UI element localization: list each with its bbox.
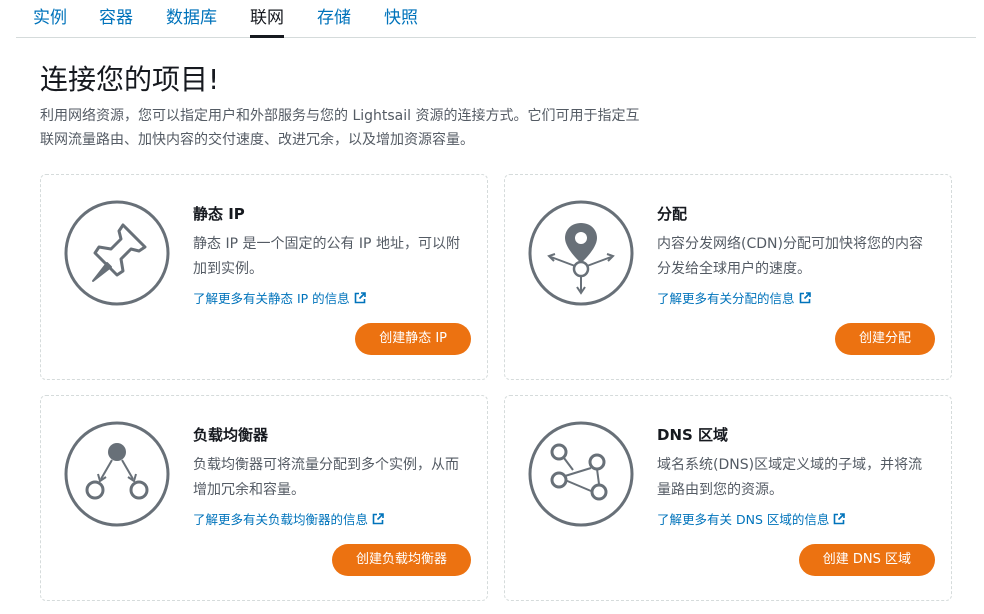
tab-instances[interactable]: 实例 [33, 6, 67, 38]
map-pin-distribution-icon [528, 200, 634, 306]
dns-nodes-icon [528, 421, 634, 527]
learn-more-static-ip-link[interactable]: 了解更多有关静态 IP 的信息 [193, 288, 366, 307]
pushpin-icon [64, 200, 170, 306]
link-text: 了解更多有关负载均衡器的信息 [193, 512, 369, 527]
load-balancer-icon [64, 421, 170, 527]
card-description: 域名系统(DNS)区域定义域的子域，并将流量路由到您的资源。 [657, 457, 923, 498]
link-text: 了解更多有关分配的信息 [657, 291, 795, 306]
dns-zone-card: DNS 区域 域名系统(DNS)区域定义域的子域，并将流量路由到您的资源。 了解… [504, 395, 952, 601]
tab-storage[interactable]: 存储 [317, 6, 351, 38]
tab-containers[interactable]: 容器 [99, 6, 133, 38]
external-link-icon [354, 292, 366, 304]
page-title: 连接您的项目! [40, 63, 220, 96]
tab-networking[interactable]: 联网 [250, 6, 284, 38]
card-description: 负载均衡器可将流量分配到多个实例，从而增加冗余和容量。 [193, 457, 459, 498]
external-link-icon [834, 513, 846, 525]
resource-tabs: 实例 容器 数据库 联网 存储 快照 [16, 0, 976, 38]
distribution-card: 分配 内容分发网络(CDN)分配可加快将您的内容分发给全球用户的速度。 了解更多… [504, 174, 952, 380]
external-link-icon [799, 292, 811, 304]
card-title: DNS 区域 [657, 426, 729, 444]
create-load-balancer-button[interactable]: 创建负载均衡器 [331, 544, 471, 576]
learn-more-load-balancer-link[interactable]: 了解更多有关负载均衡器的信息 [193, 509, 384, 528]
learn-more-dns-zone-link[interactable]: 了解更多有关 DNS 区域的信息 [657, 509, 846, 528]
create-distribution-button[interactable]: 创建分配 [834, 323, 935, 355]
learn-more-distribution-link[interactable]: 了解更多有关分配的信息 [657, 288, 811, 307]
external-link-icon [372, 513, 384, 525]
create-static-ip-button[interactable]: 创建静态 IP [355, 323, 471, 355]
card-description: 静态 IP 是一个固定的公有 IP 地址，可以附加到实例。 [193, 236, 460, 277]
link-text: 了解更多有关 DNS 区域的信息 [657, 512, 830, 527]
card-title: 负载均衡器 [193, 426, 269, 444]
card-description: 内容分发网络(CDN)分配可加快将您的内容分发给全球用户的速度。 [657, 236, 923, 277]
static-ip-card: 静态 IP 静态 IP 是一个固定的公有 IP 地址，可以附加到实例。 了解更多… [40, 174, 488, 380]
page-description: 利用网络资源，您可以指定用户和外部服务与您的 Lightsail 资源的连接方式… [40, 108, 640, 148]
card-title: 分配 [657, 205, 688, 223]
card-title: 静态 IP [193, 205, 245, 223]
tab-databases[interactable]: 数据库 [166, 6, 217, 38]
create-dns-zone-button[interactable]: 创建 DNS 区域 [798, 544, 935, 576]
load-balancer-card: 负载均衡器 负载均衡器可将流量分配到多个实例，从而增加冗余和容量。 了解更多有关… [40, 395, 488, 601]
link-text: 了解更多有关静态 IP 的信息 [193, 291, 350, 306]
tab-snapshots[interactable]: 快照 [384, 6, 418, 38]
